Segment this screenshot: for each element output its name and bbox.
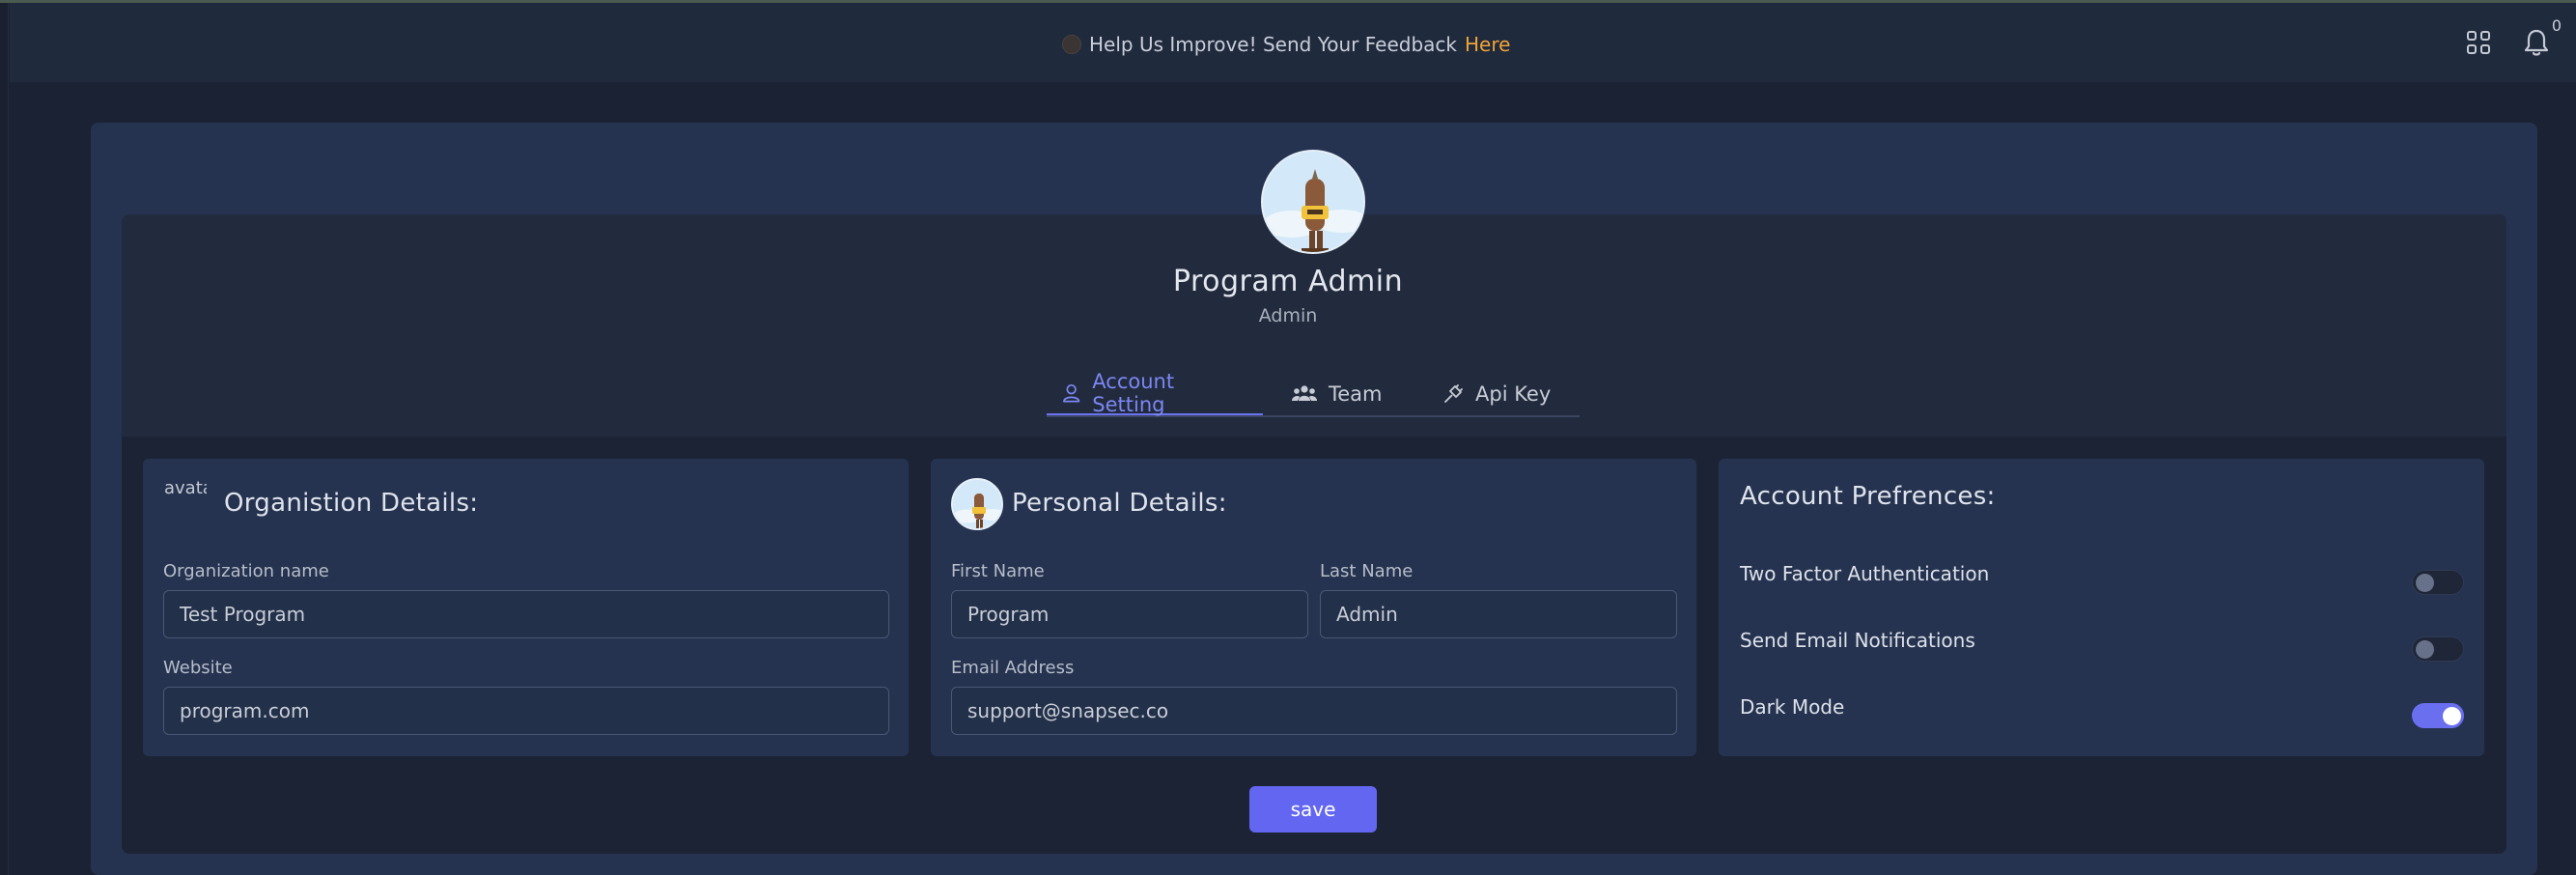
user-icon — [1063, 383, 1080, 403]
header-actions: 0 — [2467, 16, 2562, 57]
preferences-title: Account Prefrences: — [1740, 482, 1996, 511]
personal-title: Personal Details: — [1012, 489, 1227, 518]
organization-details-panel: avatar Organistion Details: Organization… — [143, 459, 909, 756]
website-label: Website — [163, 658, 233, 678]
dark-mode-toggle[interactable] — [2412, 703, 2464, 728]
tab-account-setting[interactable]: Account Setting — [1047, 370, 1263, 416]
website-input[interactable] — [163, 687, 889, 735]
two-factor-toggle[interactable] — [2412, 570, 2464, 595]
notification-count: 0 — [2551, 16, 2562, 35]
top-bar: Help Us Improve! Send Your Feedback Here… — [10, 3, 2576, 82]
profile-avatar — [1261, 150, 1365, 254]
apps-grid-icon[interactable] — [2467, 31, 2490, 54]
tab-team[interactable]: Team — [1263, 373, 1414, 415]
save-button[interactable]: save — [1249, 786, 1377, 833]
settings-tabs: Account Setting Team Api Key — [1047, 370, 1580, 417]
email-label: Email Address — [951, 658, 1075, 678]
personal-avatar — [951, 478, 1003, 530]
users-icon — [1292, 385, 1317, 401]
tab-label: Team — [1329, 382, 1383, 406]
email-input[interactable] — [951, 687, 1677, 735]
account-preferences-panel: Account Prefrences: Two Factor Authentic… — [1719, 459, 2484, 756]
organization-logo: avatar — [164, 478, 207, 498]
tab-label: Api Key — [1475, 382, 1552, 406]
last-name-input[interactable] — [1320, 590, 1677, 638]
bell-icon — [2524, 29, 2549, 56]
pref-two-factor: Two Factor Authentication — [1740, 562, 2464, 601]
tab-label: Account Setting — [1092, 370, 1175, 416]
organization-name-label: Organization name — [163, 561, 329, 581]
first-name-input[interactable] — [951, 590, 1308, 638]
first-name-label: First Name — [951, 561, 1045, 581]
feedback-link[interactable]: Here — [1465, 33, 1510, 56]
notifications-button[interactable]: 0 — [2523, 16, 2562, 57]
pref-label: Two Factor Authentication — [1740, 562, 1990, 585]
organization-title: Organistion Details: — [224, 489, 479, 518]
plug-icon — [1444, 384, 1463, 403]
pref-email-notifications: Send Email Notifications — [1740, 629, 2464, 667]
sidebar-strip — [0, 3, 9, 875]
personal-details-panel: Personal Details: First Name Last Name E… — [931, 459, 1696, 756]
profile-role: Admin — [1258, 305, 1318, 326]
organization-name-input[interactable] — [163, 590, 889, 638]
feedback-text: Help Us Improve! Send Your Feedback — [1089, 33, 1458, 56]
feedback-banner: Help Us Improve! Send Your Feedback Here — [1062, 30, 1510, 59]
feedback-icon — [1062, 35, 1081, 54]
email-notifications-toggle[interactable] — [2412, 636, 2464, 662]
profile-name: Program Admin — [1172, 265, 1404, 298]
pref-dark-mode: Dark Mode — [1740, 695, 2464, 734]
pref-label: Send Email Notifications — [1740, 629, 1975, 652]
pref-label: Dark Mode — [1740, 695, 1845, 719]
last-name-label: Last Name — [1320, 561, 1414, 581]
tab-api-key[interactable]: Api Key — [1414, 373, 1580, 415]
